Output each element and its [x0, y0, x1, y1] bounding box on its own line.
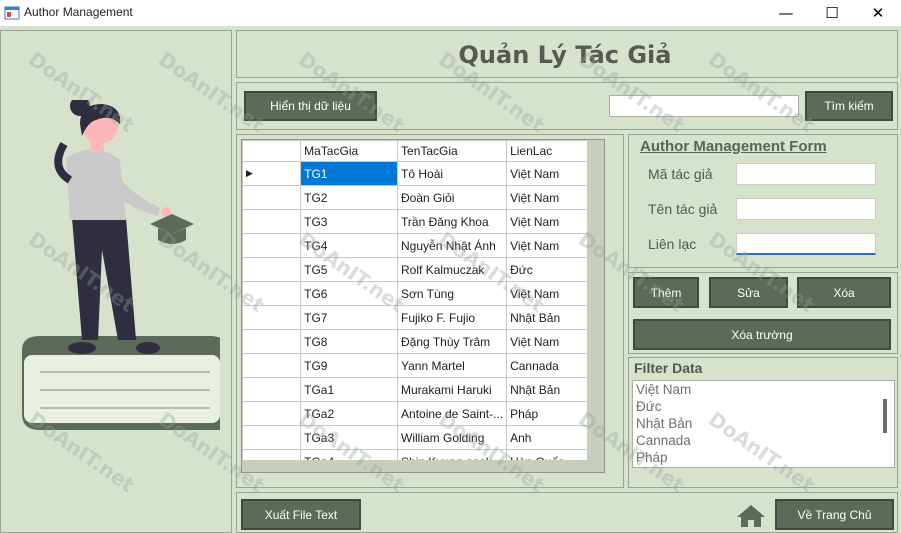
cell-tentacgia[interactable]: Yann Martel	[397, 353, 508, 378]
row-header[interactable]	[242, 209, 302, 234]
reading-person-illustration	[22, 100, 220, 430]
app-icon	[4, 6, 20, 20]
window-title: Author Management	[24, 5, 133, 19]
authors-data-grid[interactable]: MaTacGia TenTacGia LienLac ▶ TG1 Tô Hoài Vi…	[241, 139, 605, 473]
row-header[interactable]	[242, 281, 302, 306]
cell-tentacgia[interactable]: Trần Đăng Khoa	[397, 209, 508, 234]
table-row[interactable]: TG4 Nguyễn Nhật Ánh Việt Nam	[242, 233, 604, 258]
add-button[interactable]: Thêm	[633, 277, 699, 308]
table-row[interactable]: TG6 Sơn Tùng Việt Nam	[242, 281, 604, 306]
clear-fields-button[interactable]: Xóa trường	[633, 319, 891, 350]
cell-tentacgia[interactable]: William Golding	[397, 425, 508, 450]
cell-tentacgia[interactable]: Đặng Thùy Trâm	[397, 329, 508, 354]
maximize-button[interactable]: ☐	[809, 0, 855, 26]
cell-matacgia[interactable]: TG4	[300, 233, 399, 258]
cell-matacgia[interactable]: TG9	[300, 353, 399, 378]
cell-matacgia[interactable]: TG2	[300, 185, 399, 210]
table-row[interactable]: TGa2 Antoine de Saint-... Pháp	[242, 401, 604, 426]
row-header[interactable]	[242, 257, 302, 282]
row-header[interactable]	[242, 425, 302, 450]
minimize-button[interactable]: —	[763, 0, 809, 26]
row-header[interactable]	[242, 377, 302, 402]
cell-matacgia[interactable]: TG8	[300, 329, 399, 354]
cell-tentacgia[interactable]: Tô Hoài	[397, 161, 508, 186]
cell-matacgia[interactable]: TG3	[300, 209, 399, 234]
home-icon[interactable]	[736, 504, 766, 528]
cell-matacgia[interactable]: TG5	[300, 257, 399, 282]
table-row[interactable]: TG7 Fujiko F. Fujio Nhật Bản	[242, 305, 604, 330]
back-home-button[interactable]: Về Trang Chủ	[775, 499, 894, 530]
row-header[interactable]	[242, 401, 302, 426]
table-row[interactable]: TG8 Đặng Thùy Trâm Việt Nam	[242, 329, 604, 354]
tentacgia-label: Tên tác giả	[648, 201, 718, 217]
grid-horizontal-scrollbar[interactable]	[242, 460, 604, 472]
cell-matacgia[interactable]: TGa1	[300, 377, 399, 402]
export-text-button[interactable]: Xuất File Text	[241, 499, 361, 530]
lienlac-label: Liên lạc	[648, 236, 697, 252]
filter-option[interactable]: Cannada	[636, 432, 894, 449]
lienlac-field[interactable]	[736, 233, 876, 255]
cell-matacgia[interactable]: TG6	[300, 281, 399, 306]
cell-tentacgia[interactable]: Sơn Tùng	[397, 281, 508, 306]
cell-tentacgia[interactable]: Fujiko F. Fujio	[397, 305, 508, 330]
table-row[interactable]: TG3 Trần Đăng Khoa Việt Nam	[242, 209, 604, 234]
cell-matacgia[interactable]: TGa3	[300, 425, 399, 450]
grid-header-row: MaTacGia TenTacGia LienLac	[242, 140, 604, 162]
cell-matacgia[interactable]: TG7	[300, 305, 399, 330]
filter-scrollbar[interactable]	[879, 383, 892, 465]
row-header[interactable]	[242, 329, 302, 354]
show-data-button[interactable]: Hiển thị dữ liệu	[244, 91, 377, 121]
edit-button[interactable]: Sửa	[709, 277, 788, 308]
row-header[interactable]	[242, 353, 302, 378]
page-title: Quản Lý Tác Giả	[458, 41, 672, 69]
filter-option[interactable]: Việt Nam	[636, 381, 894, 398]
row-header[interactable]	[242, 305, 302, 330]
maximize-icon: ☐	[825, 4, 839, 22]
title-bar: Author Management — ☐ ✕	[0, 0, 901, 26]
row-header-corner	[242, 140, 302, 162]
filter-title: Filter Data	[634, 360, 703, 376]
cell-matacgia[interactable]: TG1	[300, 161, 399, 186]
form-title: Author Management Form	[640, 138, 827, 155]
table-row[interactable]: ▶ TG1 Tô Hoài Việt Nam	[242, 161, 604, 186]
table-row[interactable]: TG5 Rolf Kalmuczak Đức	[242, 257, 604, 282]
filter-option[interactable]: Đức	[636, 398, 894, 415]
search-input[interactable]	[609, 95, 799, 117]
cell-tentacgia[interactable]: Rolf Kalmuczak	[397, 257, 508, 282]
table-row[interactable]: TG2 Đoàn Giỏi Việt Nam	[242, 185, 604, 210]
row-header[interactable]: ▶	[242, 161, 302, 186]
matacgia-field[interactable]	[736, 163, 876, 185]
close-icon: ✕	[871, 4, 885, 22]
row-header[interactable]	[242, 185, 302, 210]
tentacgia-field[interactable]	[736, 198, 876, 220]
close-button[interactable]: ✕	[855, 0, 901, 26]
grid-vertical-scrollbar[interactable]	[587, 140, 604, 472]
matacgia-label: Mã tác giả	[648, 166, 713, 182]
cell-matacgia[interactable]: TGa2	[300, 401, 399, 426]
cell-tentacgia[interactable]: Nguyễn Nhật Ánh	[397, 233, 508, 258]
search-button[interactable]: Tìm kiếm	[805, 91, 893, 121]
column-header-tentacgia[interactable]: TenTacGia	[397, 140, 508, 162]
row-header[interactable]	[242, 233, 302, 258]
filter-option[interactable]: Nhật Bản	[636, 415, 894, 432]
table-row[interactable]: TGa3 William Golding Anh	[242, 425, 604, 450]
column-header-matacgia[interactable]: MaTacGia	[300, 140, 399, 162]
table-row[interactable]: TGa1 Murakami Haruki Nhật Bản	[242, 377, 604, 402]
filter-option[interactable]: Pháp	[636, 449, 894, 466]
cell-tentacgia[interactable]: Đoàn Giỏi	[397, 185, 508, 210]
delete-button[interactable]: Xóa	[797, 277, 891, 308]
table-row[interactable]: TG9 Yann Martel Cannada	[242, 353, 604, 378]
cell-tentacgia[interactable]: Murakami Haruki	[397, 377, 508, 402]
minimize-icon: —	[778, 4, 794, 22]
filter-listbox[interactable]: Việt Nam Đức Nhật Bản Cannada Pháp	[632, 380, 895, 468]
cell-tentacgia[interactable]: Antoine de Saint-...	[397, 401, 508, 426]
authors-table[interactable]: MaTacGia TenTacGia LienLac ▶ TG1 Tô Hoài Vi…	[242, 140, 604, 472]
